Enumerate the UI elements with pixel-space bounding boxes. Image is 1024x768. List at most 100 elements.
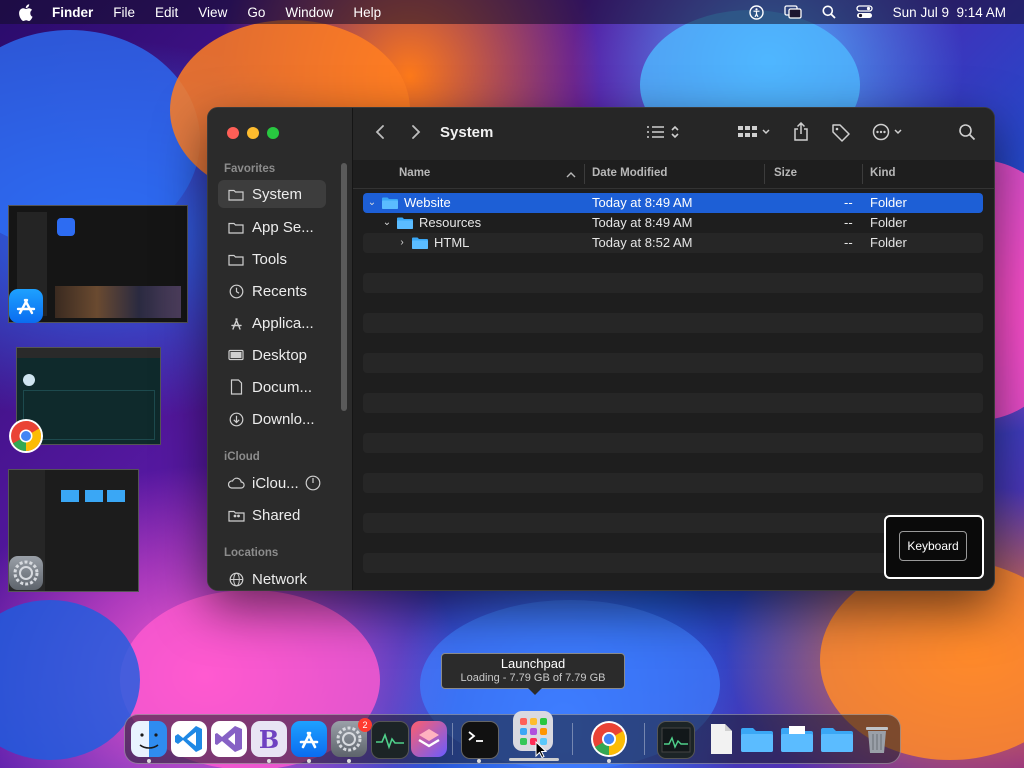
activity-monitor-minimized-icon[interactable] bbox=[657, 721, 695, 759]
view-options-button[interactable] bbox=[644, 122, 684, 146]
menu-edit[interactable]: Edit bbox=[155, 5, 178, 20]
empty-row bbox=[363, 393, 983, 413]
sidebar-item-label: Applica... bbox=[252, 314, 314, 332]
window-controls bbox=[227, 127, 279, 139]
share-button[interactable] bbox=[790, 121, 812, 146]
table-row[interactable]: › HTML Today at 8:52 AM -- Folder bbox=[363, 233, 983, 253]
menu-view[interactable]: View bbox=[198, 5, 227, 20]
row-name: Website bbox=[404, 195, 451, 210]
empty-row bbox=[363, 433, 983, 453]
disclosure-open-icon[interactable]: ⌄ bbox=[382, 217, 392, 228]
spotlight-icon[interactable] bbox=[822, 5, 836, 19]
sort-ascending-icon[interactable] bbox=[566, 169, 576, 181]
column-header-kind[interactable]: Kind bbox=[870, 167, 896, 179]
download-icon bbox=[227, 411, 245, 427]
column-header-date[interactable]: Date Modified bbox=[592, 167, 667, 179]
menu-clock[interactable]: Sun Jul 9 9:14 AM bbox=[893, 5, 1006, 20]
close-button[interactable] bbox=[227, 127, 239, 139]
row-size: -- bbox=[844, 195, 853, 210]
sidebar-item-icloud-drive[interactable]: iClou... bbox=[218, 469, 336, 497]
menu-help[interactable]: Help bbox=[353, 5, 381, 20]
zoom-button[interactable] bbox=[267, 127, 279, 139]
preview-screenshots bbox=[55, 286, 181, 318]
table-row[interactable]: ⌄ Website Today at 8:49 AM -- Folder bbox=[363, 193, 983, 213]
terminal-dock-icon[interactable] bbox=[461, 721, 499, 759]
grid-icon bbox=[737, 124, 773, 145]
sidebar-item-downloads[interactable]: Downlo... bbox=[218, 405, 326, 433]
system-settings-dock-icon[interactable]: 2 bbox=[331, 718, 372, 757]
empty-row bbox=[363, 473, 983, 493]
sidebar-item-recents[interactable]: Recents bbox=[218, 277, 326, 305]
column-divider[interactable] bbox=[764, 164, 765, 184]
sidebar-item-network[interactable]: Network bbox=[218, 565, 326, 590]
vscode-dock-icon[interactable] bbox=[171, 721, 207, 757]
app-store-dock-icon[interactable] bbox=[291, 721, 327, 757]
launchpad-dock-icon[interactable] bbox=[513, 711, 553, 751]
shortcuts-dock-icon[interactable] bbox=[411, 721, 447, 757]
row-kind: Folder bbox=[870, 235, 907, 250]
bootstrap-studio-dock-icon[interactable]: B bbox=[251, 721, 287, 757]
accessibility-icon[interactable] bbox=[748, 4, 764, 20]
menu-window[interactable]: Window bbox=[285, 5, 333, 20]
minimize-button[interactable] bbox=[247, 127, 259, 139]
control-center-icon[interactable] bbox=[856, 5, 873, 19]
forward-button[interactable] bbox=[405, 122, 427, 146]
folder-icon bbox=[397, 217, 413, 229]
activity-monitor-dock-icon[interactable] bbox=[371, 721, 409, 759]
mouse-pointer-icon bbox=[535, 740, 548, 764]
table-row[interactable]: ⌄ Resources Today at 8:49 AM -- Folder bbox=[363, 213, 983, 233]
column-divider[interactable] bbox=[584, 164, 585, 184]
sidebar-item-system[interactable]: System bbox=[218, 180, 326, 208]
folder-dock-icon[interactable] bbox=[779, 721, 815, 757]
svg-text:B: B bbox=[259, 725, 279, 754]
app-store-icon[interactable] bbox=[9, 289, 43, 323]
menu-file[interactable]: File bbox=[113, 5, 135, 20]
back-button[interactable] bbox=[369, 122, 391, 146]
disclosure-closed-icon[interactable]: › bbox=[397, 237, 407, 248]
trash-dock-icon[interactable] bbox=[859, 721, 895, 757]
sidebar-item-label: Desktop bbox=[252, 346, 308, 364]
keyboard-overlay: Keyboard bbox=[884, 515, 984, 579]
row-size: -- bbox=[844, 215, 853, 230]
sidebar-item-label: Downlo... bbox=[252, 410, 315, 428]
folder-dock-icon[interactable] bbox=[739, 721, 775, 757]
search-button[interactable] bbox=[956, 122, 978, 146]
preview-folder bbox=[85, 490, 103, 502]
chrome-dock-icon[interactable] bbox=[591, 721, 627, 757]
document-dock-icon[interactable] bbox=[703, 721, 739, 757]
folder-icon bbox=[382, 197, 398, 209]
finder-dock-icon[interactable] bbox=[131, 721, 167, 757]
sidebar-item-label: Network bbox=[252, 570, 308, 588]
menu-finder[interactable]: Finder bbox=[52, 5, 93, 20]
sidebar-item-label: Shared bbox=[252, 506, 301, 524]
chrome-icon[interactable] bbox=[9, 419, 43, 453]
column-header-size[interactable]: Size bbox=[774, 167, 797, 179]
sidebar-scrollbar[interactable] bbox=[341, 163, 347, 411]
apple-menu-icon[interactable] bbox=[18, 3, 36, 21]
row-size: -- bbox=[844, 235, 853, 250]
sidebar-item-app-services[interactable]: App Se... bbox=[218, 213, 326, 241]
folder-icon bbox=[412, 237, 428, 249]
applications-icon bbox=[227, 315, 245, 331]
dock-tooltip: Launchpad Loading - 7.79 GB of 7.79 GB bbox=[441, 653, 625, 695]
sidebar-item-applications[interactable]: Applica... bbox=[218, 309, 326, 337]
tag-button[interactable] bbox=[829, 122, 853, 146]
sidebar-item-desktop[interactable]: Desktop bbox=[218, 341, 326, 369]
sidebar-item-tools[interactable]: Tools bbox=[218, 245, 326, 273]
empty-row bbox=[363, 273, 983, 293]
system-settings-icon[interactable] bbox=[9, 556, 43, 590]
column-header-name[interactable]: Name bbox=[399, 167, 430, 179]
row-date: Today at 8:49 AM bbox=[592, 215, 693, 230]
group-button[interactable] bbox=[735, 122, 775, 146]
folder-dock-icon[interactable] bbox=[819, 721, 855, 757]
visual-studio-dock-icon[interactable] bbox=[211, 721, 247, 757]
row-date: Today at 8:52 AM bbox=[592, 235, 693, 250]
disclosure-open-icon[interactable]: ⌄ bbox=[367, 197, 377, 208]
keyboard-button[interactable]: Keyboard bbox=[899, 531, 967, 561]
sidebar-item-shared[interactable]: Shared bbox=[218, 501, 326, 529]
more-actions-button[interactable] bbox=[870, 122, 910, 146]
screen-mirroring-icon[interactable] bbox=[784, 5, 802, 19]
menu-go[interactable]: Go bbox=[247, 5, 265, 20]
column-divider[interactable] bbox=[862, 164, 863, 184]
sidebar-item-documents[interactable]: Docum... bbox=[218, 373, 326, 401]
